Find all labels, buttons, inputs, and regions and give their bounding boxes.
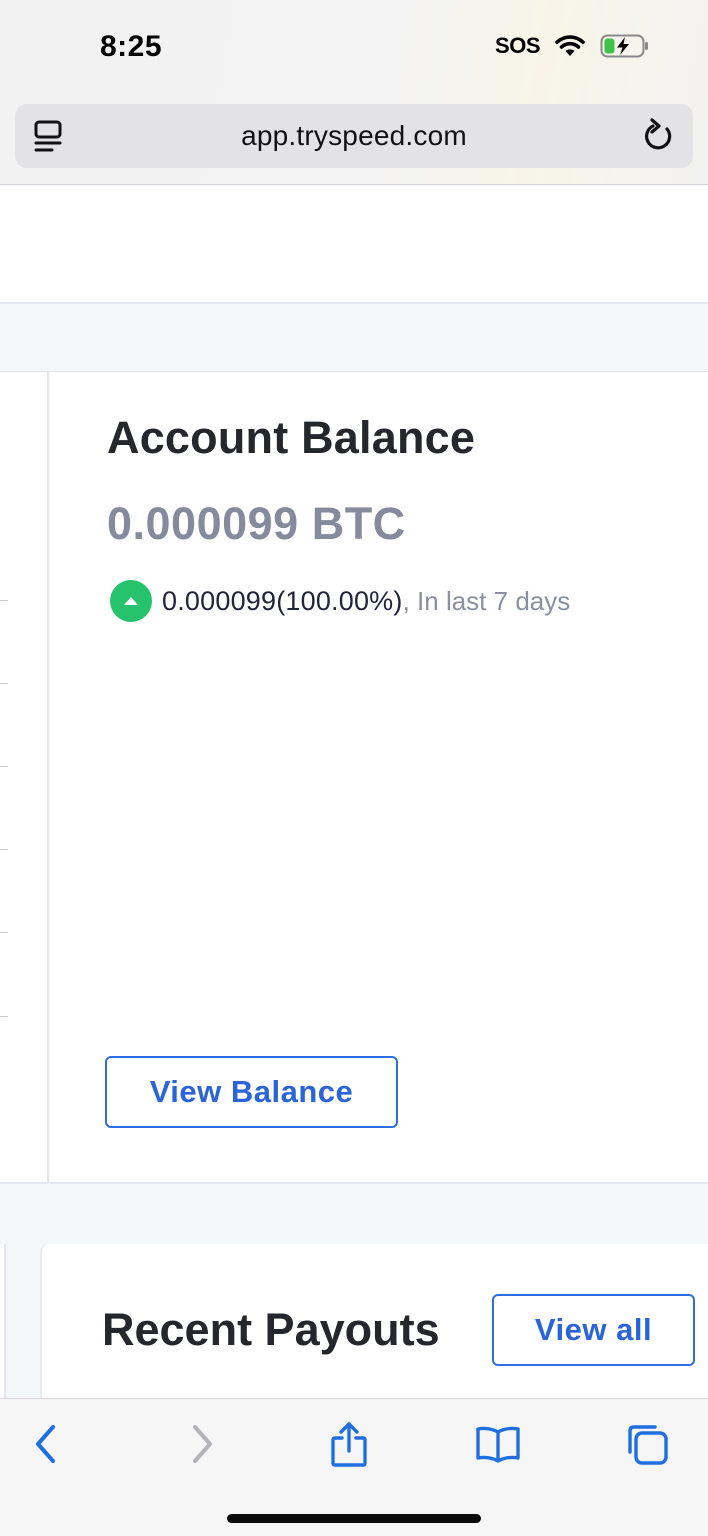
account-balance-card: Account Balance 0.000099 BTC 0.000099(10… bbox=[50, 372, 708, 1184]
battery-charging-icon bbox=[600, 34, 650, 58]
home-indicator[interactable] bbox=[227, 1514, 481, 1523]
chart-card-edge bbox=[0, 372, 49, 1184]
browser-top-chrome: 8:25 SOS app.tryspeed.com bbox=[0, 0, 708, 185]
change-value: 0.000099(100.00%) bbox=[162, 585, 403, 616]
share-icon[interactable] bbox=[319, 1421, 379, 1467]
gridline bbox=[0, 849, 8, 850]
browser-toolbar bbox=[0, 1398, 708, 1536]
view-all-button[interactable]: View all bbox=[492, 1294, 695, 1366]
back-icon[interactable] bbox=[16, 1421, 76, 1467]
side-card-edge bbox=[0, 1244, 6, 1404]
balance-amount: 0.000099 BTC bbox=[107, 498, 406, 549]
balance-title: Account Balance bbox=[107, 412, 476, 463]
balance-change: 0.000099(100.00%) , In last 7 days bbox=[110, 580, 570, 622]
gridline bbox=[0, 600, 8, 601]
wifi-icon bbox=[554, 34, 586, 58]
gridline bbox=[0, 683, 8, 684]
change-period: , In last 7 days bbox=[402, 585, 571, 616]
status-carrier: SOS bbox=[495, 33, 540, 58]
view-balance-button[interactable]: View Balance bbox=[105, 1056, 398, 1128]
tabs-icon[interactable] bbox=[617, 1421, 677, 1467]
recent-payouts-card: Recent Payouts View all bbox=[40, 1244, 708, 1404]
trend-up-icon bbox=[110, 580, 152, 622]
forward-icon[interactable] bbox=[172, 1421, 232, 1467]
bookmarks-icon[interactable] bbox=[468, 1421, 528, 1467]
gridline bbox=[0, 932, 8, 933]
url-text[interactable]: app.tryspeed.com bbox=[15, 120, 693, 152]
gridline bbox=[0, 1016, 8, 1017]
gridline bbox=[0, 766, 8, 767]
status-indicators: SOS bbox=[495, 33, 650, 59]
page-subheader bbox=[0, 304, 708, 372]
payouts-title: Recent Payouts bbox=[102, 1304, 440, 1355]
reload-icon[interactable] bbox=[641, 118, 675, 159]
status-time: 8:25 bbox=[100, 30, 163, 63]
address-bar[interactable]: app.tryspeed.com bbox=[15, 104, 693, 168]
page-header bbox=[0, 186, 708, 304]
